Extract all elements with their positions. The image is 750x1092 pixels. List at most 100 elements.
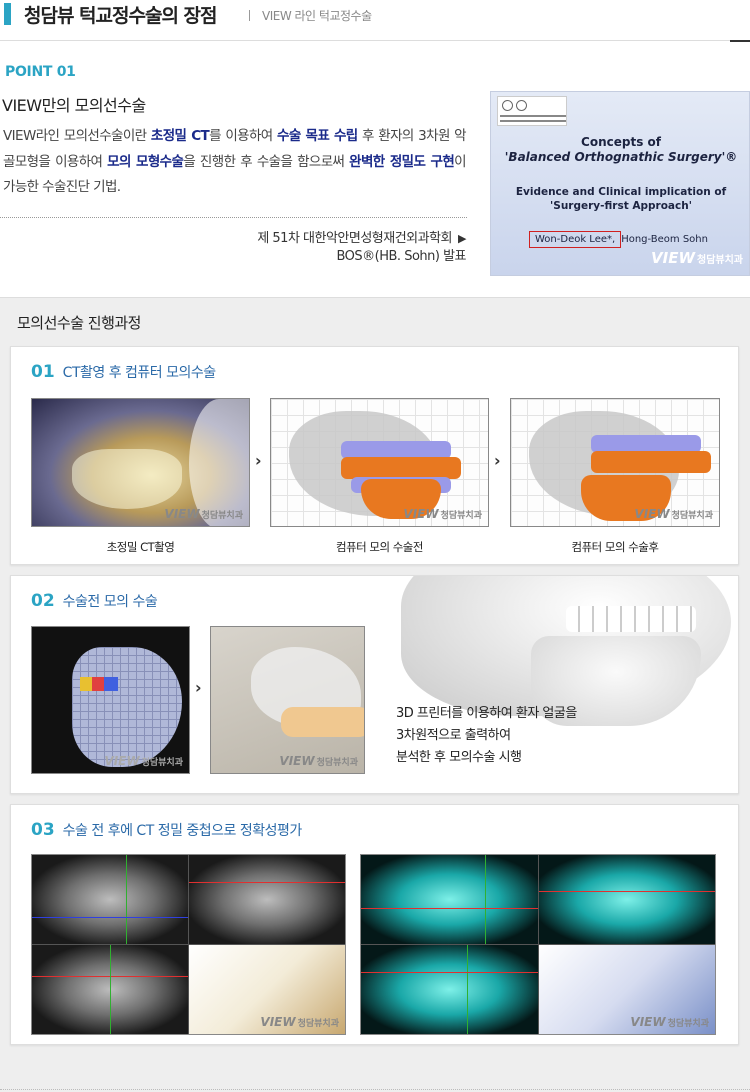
chevron-right-icon: › <box>494 451 501 470</box>
page-title: 청담뷰 턱교정수술의 장점 <box>24 5 218 27</box>
watermark: VIEW 청담뷰치과 <box>279 754 358 768</box>
ct-3d-view: VIEW 청담뷰치과 <box>189 945 345 1034</box>
brand-view: VIEW <box>651 249 695 267</box>
step-number: 03 <box>31 820 55 840</box>
watermark: VIEW 청담뷰치과 <box>630 1015 709 1029</box>
guide-line <box>189 881 345 883</box>
teeth-shape <box>566 606 696 632</box>
step-title: 수술 전 후에 CT 정밀 중첩으로 정확성평가 <box>62 823 303 839</box>
brand-name: 청담뷰치과 <box>697 255 743 266</box>
dental-model-shape <box>281 707 364 737</box>
step2-description: 3D 프린터를 이용하여 환자 얼굴을 3차원적으로 출력하여 분석한 후 모의… <box>396 703 577 769</box>
watermark-name: 청담뷰치과 <box>440 511 482 521</box>
desc-line: 3차원적으로 출력하여 <box>396 728 511 743</box>
chevron-right-icon: › <box>255 451 262 470</box>
point-description: VIEW라인 모의선수술이란 초정밀 CT를 이용하여 수술 목표 수립 후 환… <box>3 124 467 201</box>
watermark: VIEW 청담뷰치과 <box>260 1015 339 1029</box>
watermark-view: VIEW <box>104 754 140 768</box>
watermark-name: 청담뷰치과 <box>141 758 183 768</box>
step-card-2: 02 수술전 모의 수술 VIEW 청담뷰치과 › VIEW 청담뷰치과 3D 프린터… <box>10 575 739 794</box>
process-title: 모의선수술 진행과정 <box>17 314 141 332</box>
model-surgery-image: VIEW 청담뷰치과 <box>210 626 365 774</box>
guide-line <box>32 917 188 919</box>
simulation-before-image: VIEW 청담뷰치과 <box>270 398 489 527</box>
watermark-view: VIEW <box>403 507 439 521</box>
watermark-view: VIEW <box>634 507 670 521</box>
bottom-divider <box>0 1089 750 1090</box>
desc-line: 3D 프린터를 이용하여 환자 얼굴을 <box>396 706 577 721</box>
jaw-shape <box>72 449 182 509</box>
chevron-right-icon: › <box>195 678 202 697</box>
watermark-name: 청담뷰치과 <box>667 1019 709 1029</box>
step-heading-1: 01 CT촬영 후 컴퓨터 모의수술 <box>31 362 216 382</box>
guide-line <box>484 855 486 944</box>
desc-text: VIEW라인 모의선수술이란 <box>3 128 151 144</box>
point-label: POINT 01 <box>5 64 76 80</box>
guide-line <box>538 890 715 892</box>
ct-axial-view <box>32 855 188 944</box>
teeth-shape <box>341 457 461 479</box>
author: Hong-Beom Sohn <box>621 234 708 245</box>
desc-highlight: 수술 목표 수립 <box>277 128 358 144</box>
header-underline <box>0 40 750 41</box>
watermark: VIEW 청담뷰치과 <box>403 507 482 521</box>
watermark: VIEW 청담뷰치과 <box>164 507 243 521</box>
guide-line <box>466 945 468 1034</box>
guide-line <box>110 945 111 1034</box>
ct-coronal-view <box>32 945 188 1034</box>
step-card-3: 03 수술 전 후에 CT 정밀 중첩으로 정확성평가 VIEW 청담뷰치과 VIE… <box>10 804 739 1045</box>
paper-title-1: Concepts of <box>581 135 661 149</box>
process-panel: 모의선수술 진행과정 01 CT촬영 후 컴퓨터 모의수술 VIEW 청담뷰치과 ›… <box>0 297 750 1092</box>
watermark-name: 청담뷰치과 <box>316 758 358 768</box>
desc-highlight: 초정밀 CT <box>150 128 210 144</box>
watermark-name: 청담뷰치과 <box>297 1019 339 1029</box>
marker-block <box>104 677 118 691</box>
header-underline-mark <box>730 40 750 42</box>
ct-3d-view: VIEW 청담뷰치과 <box>538 945 715 1034</box>
seal-icon <box>502 100 513 111</box>
page-subtitle: VIEW 라인 턱교정수술 <box>262 9 372 23</box>
step-heading-3: 03 수술 전 후에 CT 정밀 중첩으로 정확성평가 <box>31 820 302 840</box>
desc-line: 분석한 후 모의수술 시행 <box>396 750 522 765</box>
paper-authors: Won-Deok Lee*, Hong-Beom Sohn <box>529 231 708 248</box>
conference-note: 제 51차 대한악안면성형재건외과학회 ▶ BOS®(HB. Sohn) 발표 <box>257 230 466 266</box>
conference-line-2: BOS®(HB. Sohn) 발표 <box>336 249 466 264</box>
step-number: 02 <box>31 591 55 611</box>
3d-print-image: VIEW 청담뷰치과 <box>31 626 190 774</box>
watermark: VIEW 청담뷰치과 <box>634 507 713 521</box>
guide-line <box>125 855 127 944</box>
logo-text-line <box>500 115 566 117</box>
ct-axial-view <box>361 855 538 944</box>
desc-highlight: 완벽한 정밀도 구현 <box>349 153 455 170</box>
watermark: VIEW 청담뷰치과 <box>104 754 183 768</box>
watermark-name: 청담뷰치과 <box>201 511 243 521</box>
ct-sagittal-view <box>538 855 715 944</box>
paper-subtitle-2: 'Surgery-first Approach' <box>550 200 692 212</box>
step-number: 01 <box>31 362 55 382</box>
logo-text-line <box>500 120 566 122</box>
ct-sagittal-view <box>189 855 345 944</box>
ct-scan-image: VIEW 청담뷰치과 <box>31 398 250 527</box>
conference-line-1: 제 51차 대한악안면성형재건외과학회 <box>257 231 453 246</box>
paper-thumbnail: Concepts of 'Balanced Orthognathic Surge… <box>490 91 750 276</box>
step-title: CT촬영 후 컴퓨터 모의수술 <box>62 365 216 381</box>
watermark-view: VIEW <box>630 1015 666 1029</box>
desc-highlight: 모의 모형수술 <box>107 153 184 170</box>
guide-line <box>361 908 538 910</box>
seal-icon <box>516 100 527 111</box>
simulation-after-image: VIEW 청담뷰치과 <box>510 398 720 527</box>
image-caption: 컴퓨터 모의 수술후 <box>571 540 659 554</box>
step-card-1: 01 CT촬영 후 컴퓨터 모의수술 VIEW 청담뷰치과 › VIEW 청담뷰치과 … <box>10 346 739 565</box>
header-divider <box>249 10 250 21</box>
watermark-name: 청담뷰치과 <box>671 511 713 521</box>
watermark-view: VIEW <box>260 1015 296 1029</box>
teeth-shape <box>591 451 711 473</box>
guide-line <box>361 971 538 973</box>
triangle-right-icon: ▶ <box>458 232 466 245</box>
watermark-view: VIEW <box>164 507 200 521</box>
watermark-view: VIEW <box>279 754 315 768</box>
mesh-shape <box>72 647 182 767</box>
desc-text: 를 이용하여 <box>209 128 278 144</box>
image-caption: 컴퓨터 모의 수술전 <box>336 540 423 554</box>
step-title: 수술전 모의 수술 <box>62 594 158 610</box>
